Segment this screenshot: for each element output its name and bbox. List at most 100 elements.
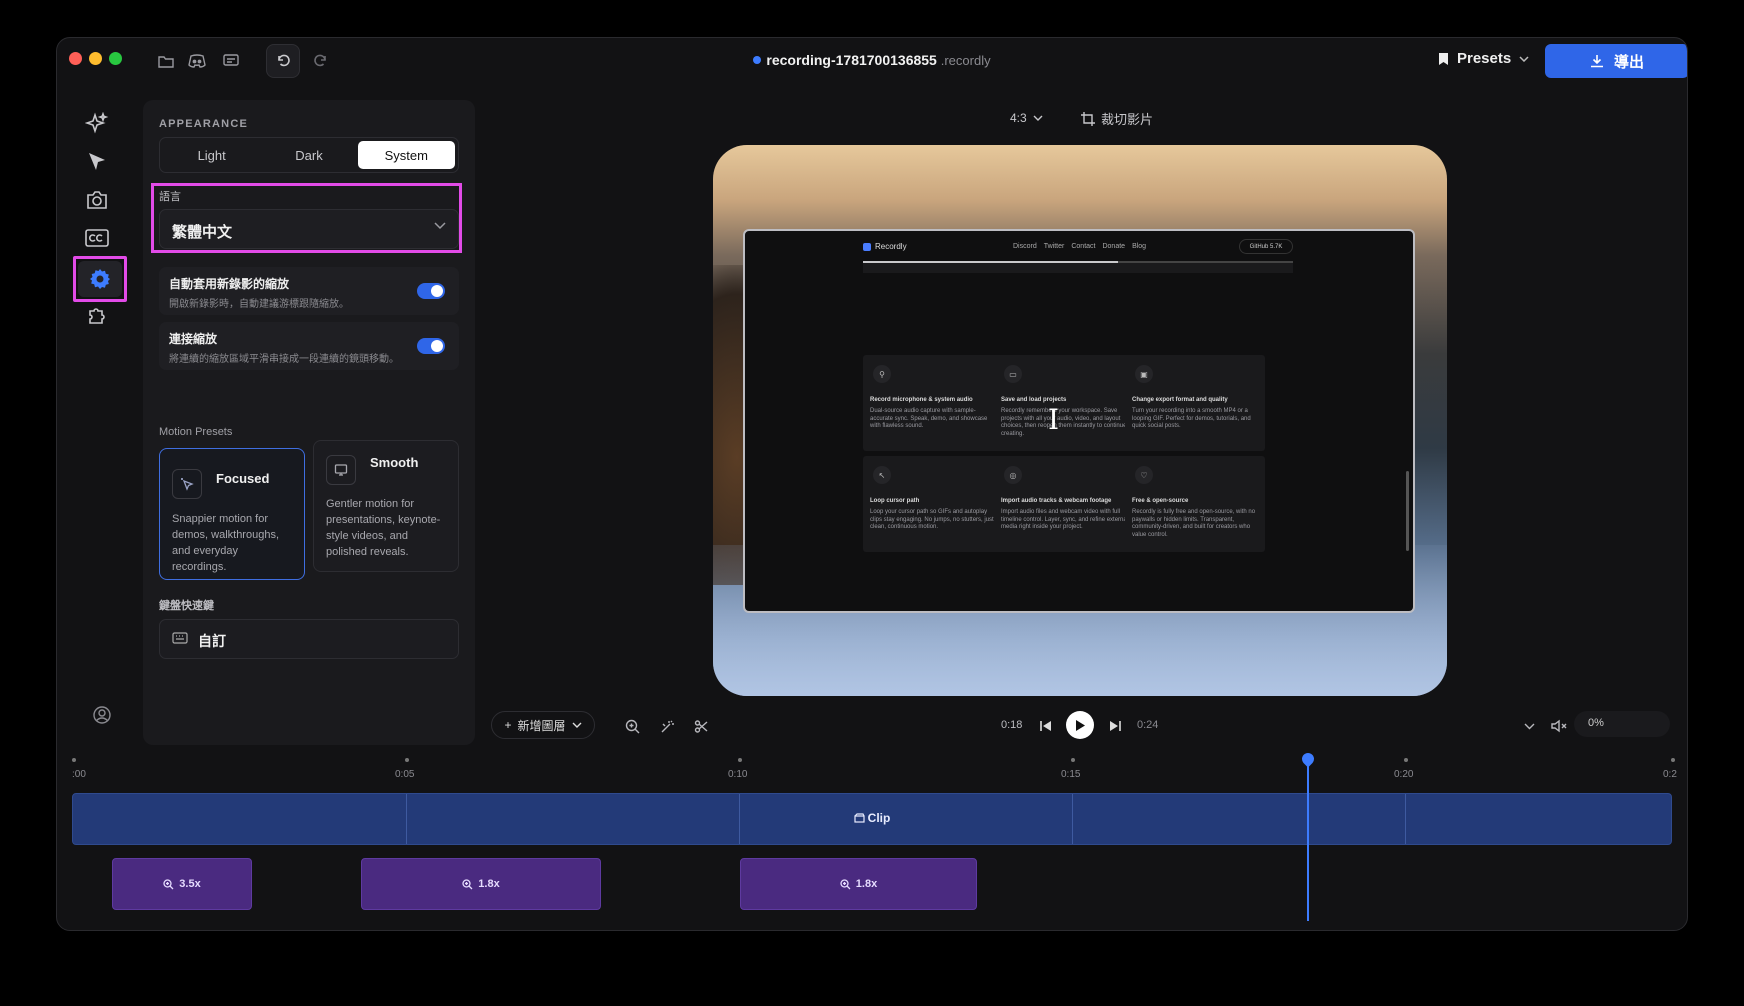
- playhead-line[interactable]: [1307, 761, 1309, 921]
- timeline-tick: [1404, 758, 1408, 762]
- crop-video-button[interactable]: 裁切影片: [1081, 109, 1153, 128]
- timeline-tick-label: 0:2: [1663, 769, 1677, 780]
- motion-presets-heading: Motion Presets: [159, 426, 233, 438]
- preset-name: Focused: [216, 471, 270, 486]
- export-button[interactable]: 導出: [1545, 44, 1687, 78]
- timeline-tick: [72, 758, 76, 762]
- zoom-icon: [163, 878, 174, 889]
- export-label: 導出: [1613, 53, 1644, 71]
- document-extension: .recordly: [940, 53, 991, 68]
- auto-zoom-toggle[interactable]: [417, 283, 445, 299]
- feature-card: ▭ Save and load projects Recordly rememb…: [994, 355, 1134, 451]
- chevron-down-icon: [1519, 55, 1529, 62]
- preset-card-smooth[interactable]: Smooth Gentler motion for presentations,…: [313, 440, 459, 572]
- gear-icon[interactable]: [85, 264, 115, 294]
- export-icon: ▣: [1135, 365, 1153, 383]
- app-window: recording-1781700136855 .recordly Preset…: [56, 37, 1688, 931]
- theme-option-dark[interactable]: Dark: [260, 141, 357, 169]
- language-label: 語言: [159, 191, 181, 203]
- magic-wand-icon[interactable]: [657, 716, 677, 736]
- zoom-segment[interactable]: 3.5x: [112, 858, 252, 910]
- auto-zoom-description: 開啟新錄影時，自動建議游標跟隨縮放。: [169, 299, 349, 310]
- theme-option-system[interactable]: System: [357, 141, 455, 169]
- camera-icon[interactable]: [82, 185, 112, 215]
- crop-label: 裁切影片: [1101, 112, 1154, 127]
- keyboard-icon: [172, 632, 188, 644]
- add-layer-label: 新增圖層: [517, 718, 566, 733]
- extension-icon[interactable]: [82, 300, 112, 330]
- language-select[interactable]: 繁體中文: [159, 209, 459, 249]
- theme-option-light[interactable]: Light: [163, 141, 260, 169]
- feature-card: ⚲ Record microphone & system audio Dual-…: [863, 355, 1003, 451]
- site-nav: Discord Twitter Contact Donate Blog: [1013, 243, 1147, 250]
- feature-card: ▣ Change export format and quality Turn …: [1125, 355, 1265, 451]
- chevron-down-icon[interactable]: [1519, 716, 1539, 736]
- preset-card-focused[interactable]: Focused Snappier motion for demos, walkt…: [159, 448, 305, 580]
- video-preview-canvas[interactable]: Recordly Discord Twitter Contact Donate …: [713, 145, 1447, 696]
- folder-icon: ▭: [1004, 365, 1022, 383]
- timeline-tick: [738, 758, 742, 762]
- shortcuts-heading: 鍵盤快速鍵: [159, 600, 214, 612]
- captions-icon[interactable]: [82, 223, 112, 253]
- clip-track[interactable]: Clip: [72, 793, 1672, 845]
- crop-icon: [1081, 111, 1095, 126]
- clip-label: Clip: [73, 811, 1671, 825]
- preset-description: Gentler motion for presentations, keynot…: [326, 498, 441, 558]
- skip-back-icon[interactable]: [1036, 716, 1056, 736]
- title-bar: recording-1781700136855 .recordly Preset…: [57, 38, 1687, 84]
- timeline-tick-label: 0:20: [1394, 769, 1414, 780]
- chevron-down-icon: [572, 722, 582, 728]
- connect-zoom-toggle[interactable]: [417, 338, 445, 354]
- presets-menu[interactable]: Presets: [1438, 50, 1529, 67]
- aspect-ratio-select[interactable]: 4:3: [1010, 111, 1043, 125]
- feature-card: ◎ Import audio tracks & webcam footage I…: [994, 456, 1134, 552]
- webcam-icon: ◎: [1004, 466, 1022, 484]
- chevron-down-icon: [434, 222, 446, 230]
- connect-zoom-description: 將連續的縮放區域平滑串接成一段連續的鏡頭移動。: [169, 354, 399, 365]
- site-scrollbar: [1406, 471, 1409, 551]
- timeline-tick: [1671, 758, 1675, 762]
- skip-forward-icon[interactable]: [1105, 716, 1125, 736]
- timeline-tick-label: :00: [72, 769, 86, 780]
- scissors-icon[interactable]: [691, 716, 711, 736]
- customize-shortcuts-button[interactable]: 自訂: [159, 619, 459, 659]
- timeline-tick-label: 0:05: [395, 769, 415, 780]
- recorded-screen: Recordly Discord Twitter Contact Donate …: [743, 229, 1415, 613]
- sparkle-icon[interactable]: [82, 109, 112, 139]
- cursor-icon[interactable]: [82, 147, 112, 177]
- aspect-ratio-value: 4:3: [1010, 111, 1027, 125]
- unsaved-indicator: [753, 56, 762, 64]
- microphone-icon: ⚲: [873, 365, 891, 383]
- current-time: 0:18: [1001, 719, 1023, 731]
- connect-zoom-title: 連接縮放: [169, 332, 218, 346]
- connect-zoom-setting: 連接縮放 將連續的縮放區域平滑串接成一段連續的鏡頭移動。: [159, 322, 459, 370]
- play-button[interactable]: [1066, 711, 1094, 739]
- zoom-segment[interactable]: 1.8x: [740, 858, 977, 910]
- text-cursor-icon: I: [1048, 403, 1060, 436]
- add-layer-button[interactable]: + 新增圖層: [491, 711, 595, 739]
- playhead-handle[interactable]: [1299, 750, 1317, 768]
- site-github-badge: GitHub 5.7K: [1239, 239, 1293, 254]
- appearance-heading: APPEARANCE: [159, 118, 249, 130]
- mute-icon[interactable]: [1549, 716, 1569, 736]
- timeline-tick: [405, 758, 409, 762]
- presentation-icon: [326, 455, 356, 485]
- theme-selector: Light Dark System: [159, 137, 459, 173]
- zoom-in-icon[interactable]: [622, 716, 642, 736]
- customize-shortcuts-label: 自訂: [198, 633, 226, 649]
- feature-card: ↖ Loop cursor path Loop your cursor path…: [863, 456, 1003, 552]
- language-value: 繁體中文: [172, 224, 233, 241]
- zoom-segment[interactable]: 1.8x: [361, 858, 601, 910]
- cursor-icon: ↖: [873, 466, 891, 484]
- bookmark-icon: [1439, 52, 1448, 65]
- volume-field[interactable]: 0%: [1574, 711, 1670, 737]
- timeline-tick: [1071, 758, 1075, 762]
- preset-description: Snappier motion for demos, walkthroughs,…: [172, 513, 279, 573]
- cursor-click-icon: [172, 469, 202, 499]
- account-icon[interactable]: [93, 706, 111, 729]
- download-icon: [1590, 55, 1603, 68]
- play-icon: [1076, 719, 1085, 731]
- heart-icon: ♡: [1135, 466, 1153, 484]
- clapperboard-icon: [854, 813, 865, 823]
- total-time: 0:24: [1137, 719, 1159, 731]
